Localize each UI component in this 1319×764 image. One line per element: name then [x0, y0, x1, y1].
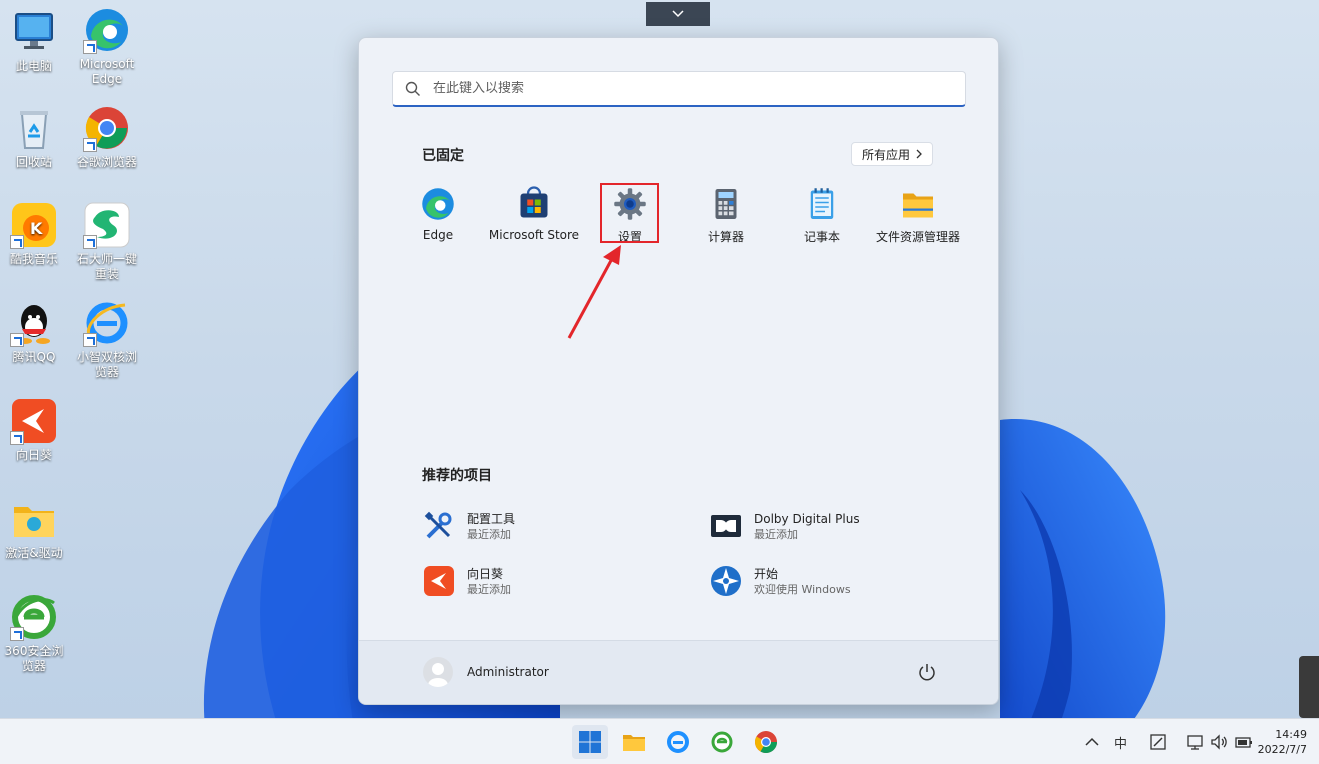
recommended-item[interactable]: 向日葵 最近添加 [423, 565, 511, 597]
tools-icon [424, 511, 452, 539]
search-icon [405, 81, 420, 96]
notepad-icon [810, 188, 834, 219]
annotation-arrow [567, 245, 621, 339]
windows-logo-icon [579, 731, 601, 753]
start-footer: Administrator [359, 640, 998, 704]
desktop-icon-label: 回收站 [15, 155, 52, 169]
ie-browser-icon [667, 731, 689, 753]
recommended-title: 推荐的项目 [422, 468, 492, 484]
taskbar-ie-browser[interactable] [660, 725, 696, 759]
desktop-icon-edge[interactable]: Microsoft Edge [73, 6, 141, 87]
recycle-bin-icon [20, 111, 48, 149]
folder-icon [14, 507, 54, 537]
all-apps-button[interactable]: 所有应用 [851, 142, 934, 166]
desktop-icon-label: 向日葵 [15, 448, 52, 462]
pinned-app-label: 文件资源管理器 [875, 230, 960, 244]
user-account-button[interactable]: Administrator [423, 657, 549, 687]
pinned-app-calculator[interactable]: 计算器 [678, 186, 774, 245]
settings-highlight-box [600, 183, 659, 243]
desktop-icon-label: 此电脑 [15, 59, 52, 73]
desktop-icon-kuwo[interactable]: K 酷我音乐 [0, 201, 68, 267]
store-icon [520, 186, 548, 218]
volume-icon[interactable] [1210, 733, 1228, 751]
recommended-subtitle: 最近添加 [467, 527, 511, 541]
recommended-title-text: 向日葵 [467, 566, 504, 581]
taskbar-chrome[interactable] [748, 725, 784, 759]
recommended-subtitle: 欢迎使用 Windows [754, 582, 851, 596]
recommended-title-text: 配置工具 [467, 511, 516, 526]
battery-icon[interactable] [1234, 733, 1254, 751]
chevron-right-icon [916, 149, 922, 159]
desktop-icon-ie-browser[interactable]: 小智双核浏览器 [73, 299, 141, 380]
desktop-icon-recycle-bin[interactable]: 回收站 [0, 104, 68, 170]
desktop-icon-activation-folder[interactable]: 激活&驱动 [0, 495, 68, 561]
start-menu: 已固定 所有应用 Edge Microsoft Store 设置 计算器 记事本… [358, 37, 999, 705]
chevron-down-icon [672, 10, 684, 18]
taskbar-360-browser[interactable] [704, 725, 740, 759]
collapse-tab[interactable] [646, 2, 710, 26]
recommended-subtitle: 最近添加 [754, 527, 798, 541]
desktop-icon-label: 小智双核浏览器 [76, 350, 137, 379]
recommended-subtitle: 最近添加 [467, 582, 511, 596]
file-explorer-icon [903, 193, 933, 218]
file-explorer-icon [623, 735, 645, 751]
desktop-icon-label: 石大师一键重装 [76, 252, 137, 281]
computer-icon [15, 13, 53, 49]
pinned-app-label: Edge [422, 228, 454, 242]
desktop-icon-360-browser[interactable]: 360安全浏览器 [0, 593, 68, 674]
pinned-title: 已固定 [422, 148, 464, 164]
edge-icon [422, 188, 454, 220]
all-apps-label: 所有应用 [862, 147, 911, 162]
taskbar: 中 14:49 2022/7/7 [0, 718, 1319, 764]
start-button[interactable] [572, 725, 608, 759]
power-icon [919, 664, 935, 681]
desktop-icon-reinstall-tool[interactable]: 石大师一键重装 [73, 201, 141, 282]
user-name: Administrator [467, 665, 549, 679]
pinned-app-file-explorer[interactable]: 文件资源管理器 [870, 186, 966, 245]
side-widget-edge[interactable] [1299, 656, 1319, 718]
clock-time: 14:49 [1275, 728, 1307, 741]
360-browser-icon [711, 731, 733, 753]
desktop-icon-qq[interactable]: 腾讯QQ [0, 299, 68, 365]
desktop-icon-label: 腾讯QQ [12, 350, 56, 364]
desktop-icon-label: 激活&驱动 [5, 546, 63, 560]
desktop-icon-label: 酷我音乐 [9, 252, 58, 266]
power-button[interactable] [915, 661, 939, 685]
pinned-app-label: 计算器 [707, 230, 744, 244]
pinned-app-store[interactable]: Microsoft Store [486, 186, 582, 242]
pinned-app-edge[interactable]: Edge [390, 186, 486, 242]
taskbar-file-explorer[interactable] [616, 725, 652, 759]
desktop-icon-label: 谷歌浏览器 [76, 155, 137, 169]
svg-text:K: K [30, 219, 43, 238]
clock[interactable]: 14:49 2022/7/7 [1258, 727, 1307, 757]
pinned-app-label: 记事本 [803, 230, 840, 244]
chrome-icon [755, 731, 777, 753]
user-icon [428, 663, 448, 687]
chevron-up-icon[interactable] [1085, 737, 1099, 747]
recommended-title-text: 开始 [754, 566, 779, 581]
sunflower-icon [424, 566, 454, 596]
search-input[interactable] [433, 81, 933, 96]
desktop-icon-sunflower[interactable]: 向日葵 [0, 397, 68, 463]
get-started-icon [711, 566, 741, 596]
input-method-indicator[interactable]: 中 [1114, 733, 1127, 752]
network-icon[interactable] [1186, 733, 1204, 751]
pen-tablet-icon[interactable] [1149, 733, 1167, 751]
desktop-icon-label: 360安全浏览器 [4, 644, 64, 673]
desktop-icon-chrome[interactable]: 谷歌浏览器 [73, 104, 141, 170]
recommended-item[interactable]: 开始 欢迎使用 Windows [710, 565, 851, 597]
search-box[interactable] [392, 71, 966, 107]
calculator-icon [715, 189, 737, 219]
clock-date: 2022/7/7 [1257, 743, 1307, 756]
pinned-app-notepad[interactable]: 记事本 [774, 186, 870, 245]
recommended-item[interactable]: Dolby Digital Plus 最近添加 [710, 510, 860, 542]
recommended-item[interactable]: 配置工具 最近添加 [423, 510, 515, 542]
desktop-icon-label: Microsoft Edge [79, 57, 135, 86]
desktop-icon-this-pc[interactable]: 此电脑 [0, 8, 68, 74]
dolby-icon [711, 515, 741, 537]
avatar [423, 657, 453, 687]
recommended-title-text: Dolby Digital Plus [754, 511, 860, 526]
pinned-app-label: Microsoft Store [488, 228, 580, 242]
